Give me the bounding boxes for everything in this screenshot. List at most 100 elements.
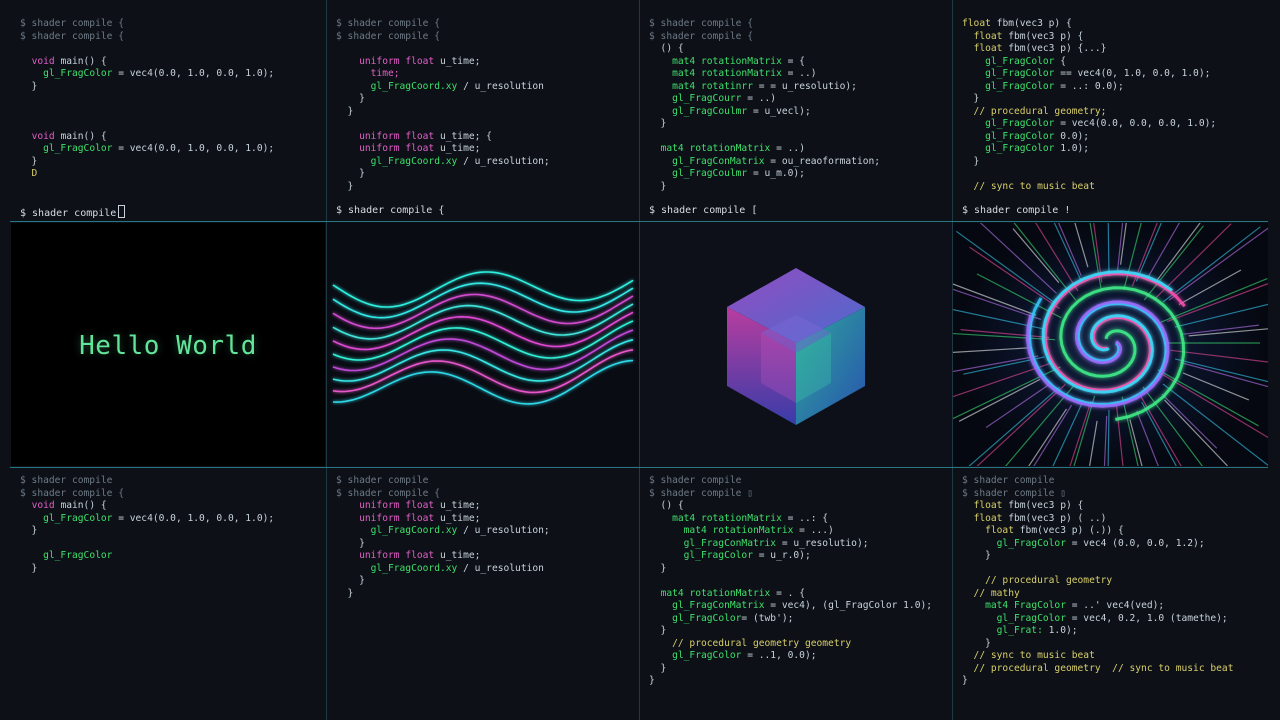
shader-preview-cube[interactable] xyxy=(641,223,951,466)
wave-line xyxy=(332,271,634,308)
shader-preview-waves[interactable] xyxy=(327,223,639,466)
code-line: void main() { xyxy=(20,131,320,144)
code-token: float xyxy=(962,18,991,29)
code-token: $ shader compile { xyxy=(336,30,440,42)
code-token: } xyxy=(20,562,38,574)
code-token: () { xyxy=(649,500,684,511)
code-token: gl_FragCoord.xy xyxy=(370,80,458,92)
code-line: // sync to music beat xyxy=(962,650,1268,663)
code-line: void main() { xyxy=(20,56,320,69)
code-token: } xyxy=(649,675,655,686)
code-line: $ shader compile { xyxy=(336,31,634,44)
code-line: } xyxy=(20,81,320,94)
code-line: uniform float u_time; xyxy=(336,513,634,526)
code-line: gl_FragCoord.xy / u_resolution xyxy=(336,563,634,576)
shader-preview-hello-world[interactable]: Hello World xyxy=(11,223,325,466)
code-token: uniform float xyxy=(359,550,435,561)
code-editor-bottom-4[interactable]: $ shader compile $ shader compile ▯ float… xyxy=(962,475,1268,713)
code-editor-top-3[interactable]: $ shader compile {$ shader compile { () … xyxy=(649,18,947,198)
code-line: $ shader compile xyxy=(649,475,947,488)
code-token: $ shader compile { xyxy=(20,18,124,29)
code-editor-top-4[interactable]: float fbm(vec3 p) { float fbm(vec3 p) { … xyxy=(962,18,1268,198)
code-token: mat4 rotationMatrix xyxy=(660,143,771,154)
code-token: gl_FragColor xyxy=(683,550,753,561)
code-token: $ shader compile xyxy=(962,475,1055,486)
code-line: gl_FragColor = vec4(0.0, 0.0, 0.0, 1.0); xyxy=(962,118,1268,131)
code-line: gl_FragCoulmr = u_vecl); xyxy=(649,106,947,119)
code-line: } xyxy=(336,588,634,601)
code-token: gl_FragCoord.xy xyxy=(370,562,458,574)
code-editor-bottom-3[interactable]: $ shader compile $ shader compile ▯ () { … xyxy=(649,475,947,713)
code-token: fbm(vec3 p) { xyxy=(1002,30,1084,42)
code-token: = = u_resolutio); xyxy=(752,80,857,92)
code-token: } xyxy=(336,93,365,104)
code-line: uniform float u_time; { xyxy=(336,131,634,144)
code-line: uniform float u_time; xyxy=(336,550,634,563)
code-line: mat4 rotationMatrix = ..: { xyxy=(649,513,947,526)
code-line: } xyxy=(962,638,1268,651)
code-token: $ shader compile ▯ xyxy=(649,487,753,499)
code-token: } xyxy=(649,180,667,192)
code-token: } xyxy=(20,155,38,167)
code-line: gl_FragColor == vec4(0, 1.0, 0.0, 1.0); xyxy=(962,68,1268,81)
code-token: u_time; xyxy=(434,550,481,561)
code-line: // sync to music beat xyxy=(962,181,1268,194)
shader-preview-music-burst[interactable] xyxy=(953,223,1268,466)
row-divider xyxy=(10,467,1268,468)
code-line: } xyxy=(962,675,1268,688)
code-line: } xyxy=(336,93,634,106)
code-token: = ..) xyxy=(770,143,805,154)
terminal-prompt[interactable]: $ shader compile [ xyxy=(649,205,757,216)
code-editor-bottom-2[interactable]: $ shader compile $ shader compile { unifo… xyxy=(336,475,634,713)
code-editor-top-2[interactable]: $ shader compile {$ shader compile { uni… xyxy=(336,18,634,198)
code-token: 1.0); xyxy=(1042,625,1078,636)
code-line: mat4 rotationMatrix = . { xyxy=(649,588,947,601)
terminal-prompt[interactable]: $ shader compile xyxy=(20,205,126,219)
code-token: float xyxy=(973,43,1003,54)
code-line: gl_FragColor = vec4(0.0, 1.0, 0.0, 1.0); xyxy=(20,513,320,526)
code-editor-top-1[interactable]: $ shader compile { $ shader compile { voi… xyxy=(20,18,320,198)
code-token: mat4 rotationMatrix xyxy=(672,68,782,79)
code-token: gl_FragColor xyxy=(985,118,1055,129)
code-editor-bottom-1[interactable]: $ shader compile $ shader compile { void … xyxy=(20,475,320,713)
code-line: gl_FragCoord.xy / u_resolution; xyxy=(336,525,634,538)
code-line: uniform float u_time; xyxy=(336,56,634,69)
terminal-prompt[interactable]: $ shader compile { xyxy=(336,205,444,216)
code-token: = vec4(0.0, 1.0, 0.0, 1.0); xyxy=(112,68,275,79)
code-token: } xyxy=(962,155,980,167)
code-token: gl_FragColor xyxy=(985,130,1055,142)
code-line: gl_FragCourr = ..) xyxy=(649,93,947,106)
column-divider xyxy=(639,0,640,720)
code-token: // procedural geometry; xyxy=(962,105,1107,117)
code-token: gl_FragConMatrix xyxy=(672,155,765,167)
prompt-text: $ shader compile xyxy=(20,208,117,219)
code-token: = ..' vec4(ved); xyxy=(1065,600,1165,611)
code-token: u_time; xyxy=(434,55,481,67)
code-token: $ shader compile { xyxy=(336,18,440,29)
code-line: $ shader compile { xyxy=(20,31,320,44)
terminal-prompt[interactable]: $ shader compile ! xyxy=(962,205,1070,216)
code-token: // mathy xyxy=(962,587,1020,599)
code-line: $ shader compile xyxy=(336,475,634,488)
code-line: } xyxy=(336,106,634,119)
code-line: mat4 FragColor = ..' vec4(ved); xyxy=(962,600,1268,613)
